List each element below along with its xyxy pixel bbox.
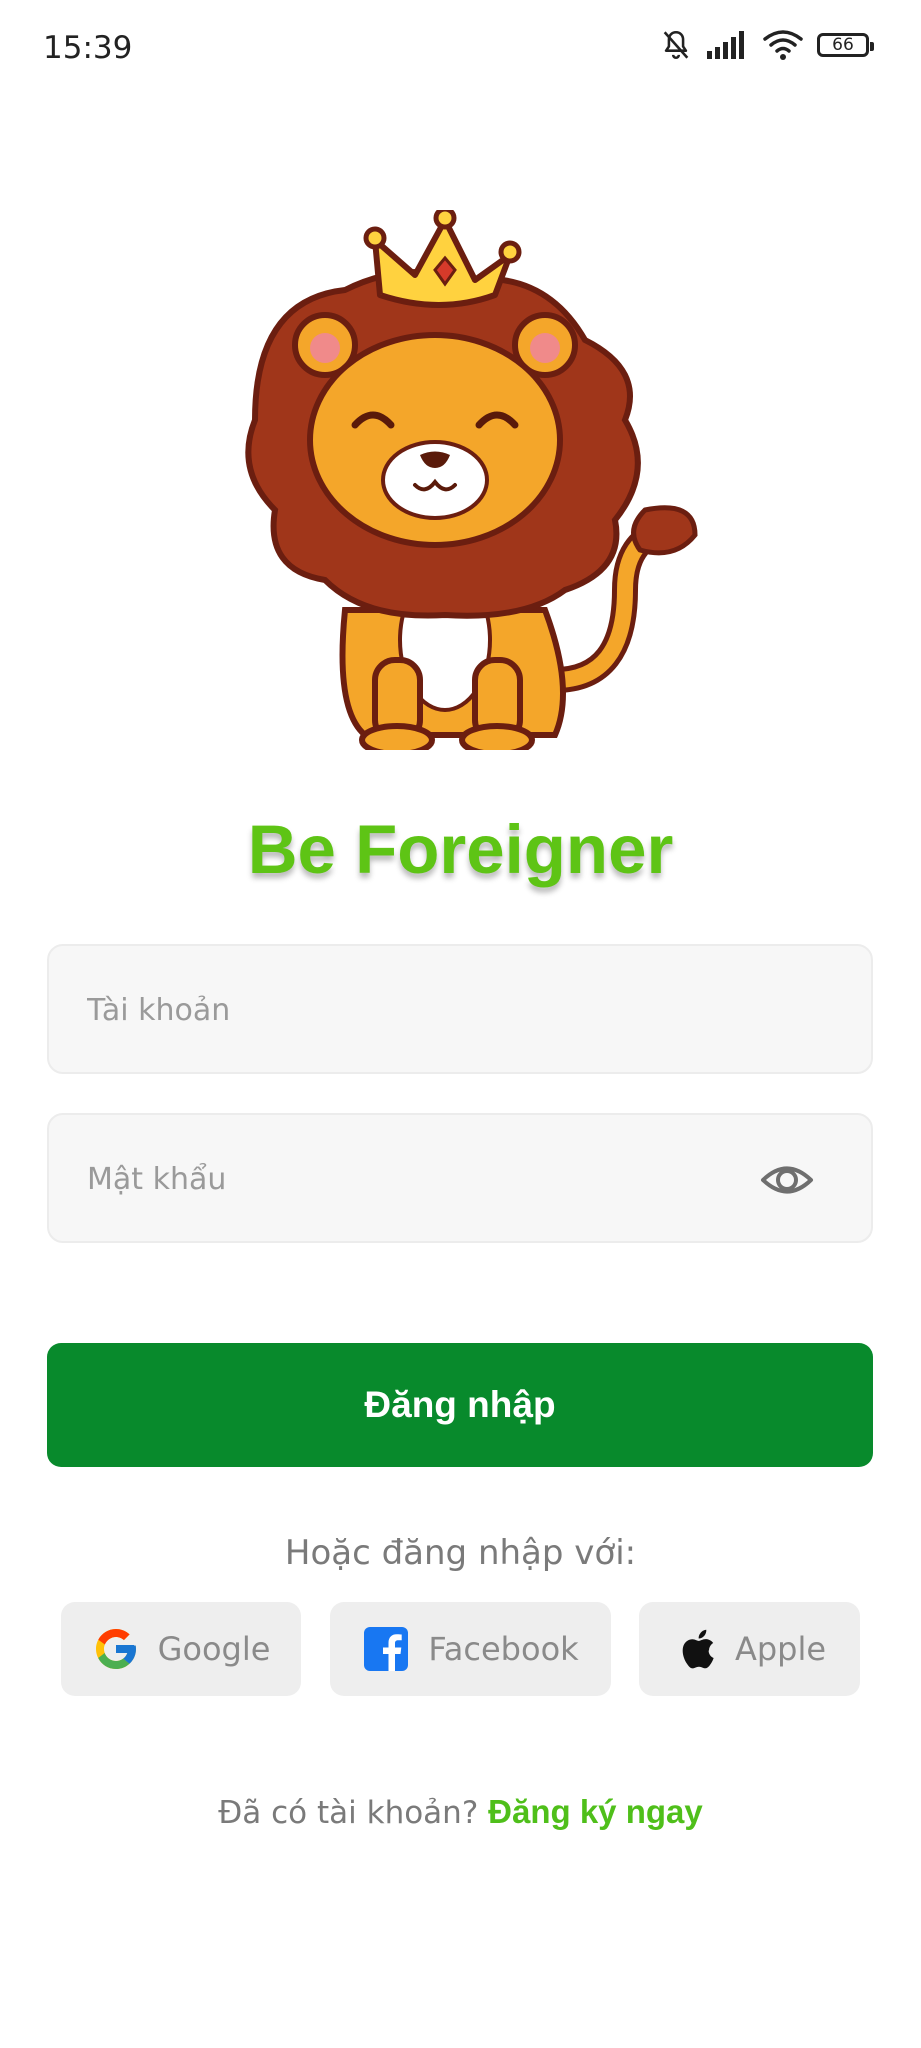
status-time: 15:39 (43, 30, 133, 66)
username-field[interactable] (47, 944, 873, 1074)
google-login-button[interactable]: Google (61, 1602, 301, 1696)
signal-icon (707, 31, 744, 59)
app-title: Be Foreigner (247, 811, 674, 888)
show-password-eye-icon[interactable] (759, 1155, 815, 1205)
facebook-label: Facebook (428, 1630, 579, 1668)
google-icon (95, 1629, 136, 1669)
status-bar: 15:39 66 (0, 0, 921, 100)
register-prompt: Đã có tài khoản? Đăng ký ngay (0, 1793, 921, 1831)
register-question: Đã có tài khoản? (218, 1795, 479, 1831)
bell-off-icon (663, 30, 689, 59)
battery-level: 66 (832, 35, 854, 55)
apple-icon (682, 1629, 714, 1669)
wifi-icon (763, 30, 803, 60)
lion-mascot-image (245, 210, 698, 750)
status-icons: 66 (659, 28, 874, 62)
google-label: Google (157, 1630, 271, 1668)
facebook-login-button[interactable]: Facebook (330, 1602, 611, 1696)
username-input[interactable] (85, 946, 729, 1074)
apple-login-button[interactable]: Apple (639, 1602, 860, 1696)
login-button[interactable]: Đăng nhập (47, 1343, 873, 1467)
register-link[interactable]: Đăng ký ngay (488, 1793, 703, 1830)
battery-icon: 66 (817, 33, 874, 57)
password-field[interactable] (47, 1113, 873, 1243)
social-login-prompt: Hoặc đăng nhập với: (284, 1533, 637, 1573)
apple-label: Apple (734, 1630, 827, 1668)
facebook-icon (364, 1627, 409, 1671)
login-screen: 15:39 66 Be Foreigner Tài khoản Đăng nhậ… (0, 0, 921, 2048)
password-input[interactable] (85, 1115, 729, 1243)
